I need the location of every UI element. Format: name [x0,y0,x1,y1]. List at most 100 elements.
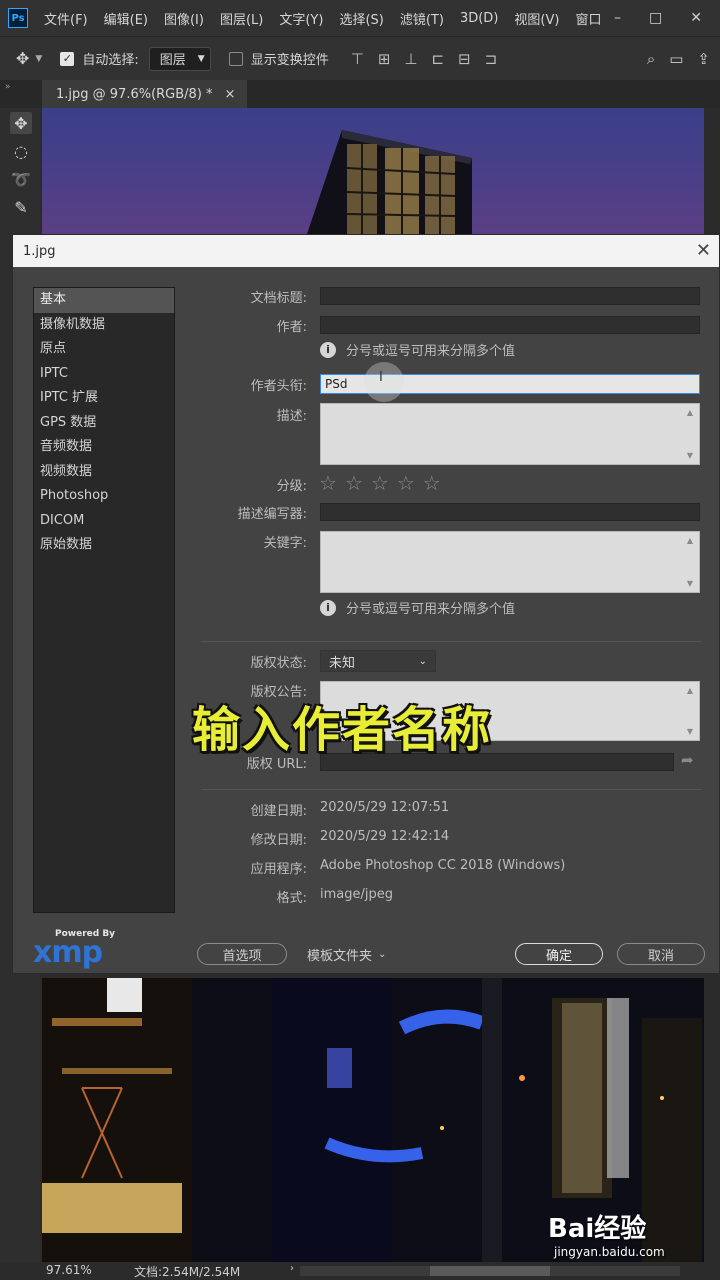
search-icon[interactable]: ⌕ [647,50,655,68]
template-folder-label: 模板文件夹 [307,948,373,964]
application-value: Adobe Photoshop CC 2018 (Windows) [320,858,566,873]
star-icon[interactable]: ☆ [397,471,415,495]
author-title-label: 作者头衔: [250,379,307,394]
text-cursor-icon: I [379,370,383,385]
menu-type[interactable]: 文字(Y) [279,9,323,28]
star-icon[interactable]: ☆ [423,471,441,495]
workspace-icon[interactable]: ▭ [669,50,683,68]
xmp-logo: Powered By xmp [33,929,123,969]
xmp-text: xmp [33,935,103,970]
dialog-title: 1.jpg [23,243,56,259]
menu-window[interactable]: 窗口 [575,9,601,28]
author-input[interactable] [320,316,700,334]
rating-label: 分级: [276,479,307,494]
hint-text: 分号或逗号可用来分隔多个值 [346,344,516,359]
format-value: image/jpeg [320,887,393,902]
menu-bar: Ps 文件(F) 编辑(E) 图像(I) 图层(L) 文字(Y) 选择(S) 滤… [0,0,720,36]
lasso-tool-icon[interactable]: ➰ [10,168,32,190]
doc-title-input[interactable] [320,287,700,305]
baidu-watermark: Bai经验 jingyan.baidu.com [548,1208,718,1264]
move-tool-icon[interactable]: ✥ [10,112,32,134]
zoom-level[interactable]: 97.61% [46,1263,92,1277]
close-icon[interactable]: × [225,87,236,102]
marquee-tool-icon[interactable]: ◌ [10,140,32,162]
chevron-down-icon: ⌄ [378,948,387,960]
keywords-hint: i 分号或逗号可用来分隔多个值 [320,598,515,617]
star-icon[interactable]: ☆ [371,471,389,495]
share-icon[interactable]: ⇪ [697,50,710,68]
author-hint: i 分号或逗号可用来分隔多个值 [320,340,515,359]
watermark-main: Bai经验 [548,1214,647,1244]
right-icons: ⌕ ▭ ⇪ [647,50,710,68]
move-icon[interactable]: ✥ [16,49,29,68]
align-vcenter-icon[interactable]: ⊞ [378,50,391,68]
document-tab[interactable]: 1.jpg @ 97.6%(RGB/8) * × [42,80,248,108]
window-controls: – □ ✕ [614,0,720,36]
chevron-right-icon[interactable]: › [290,1263,294,1274]
horizontal-scrollbar[interactable] [300,1266,680,1276]
preferences-button[interactable]: 首选项 [197,943,287,965]
dialog-titlebar: 1.jpg ✕ [13,235,719,267]
align-left-icon[interactable]: ⊏ [431,50,444,68]
canvas-image-top[interactable] [42,108,704,234]
scroll-down-icon[interactable]: ▼ [687,451,693,460]
layer-select-value: 图层 [159,53,186,68]
chevron-down-icon: ▼ [197,53,205,64]
keywords-textarea[interactable]: ▲ ▼ [320,531,700,593]
scroll-down-icon[interactable]: ▼ [687,727,693,736]
menu-view[interactable]: 视图(V) [514,9,559,28]
open-link-icon[interactable]: ➦ [681,751,694,769]
category-item-origin[interactable]: 原点 [34,337,174,362]
menu-layer[interactable]: 图层(L) [220,9,263,28]
menu-edit[interactable]: 编辑(E) [104,9,148,28]
scroll-up-icon[interactable]: ▲ [687,536,693,545]
ok-button[interactable]: 确定 [515,943,603,965]
copyright-status-value: 未知 [329,655,356,671]
collapse-icon[interactable]: » [5,82,11,92]
menu-image[interactable]: 图像(I) [164,9,204,28]
autoselect-checkbox[interactable]: ✓ [60,51,75,66]
divider [201,789,701,790]
video-caption: 输入作者名称 [192,702,493,758]
menu-3d[interactable]: 3D(D) [460,11,498,26]
menu-file[interactable]: 文件(F) [44,9,88,28]
layer-select[interactable]: 图层 ▼ [148,46,211,71]
application-label: 应用程序: [250,862,307,877]
description-textarea[interactable]: ▲ ▼ [320,403,700,465]
info-icon: i [320,341,336,358]
align-bottom-icon[interactable]: ⊥ [404,50,417,68]
template-folder-button[interactable]: 模板文件夹 ⌄ [299,943,403,965]
chevron-down-icon[interactable]: ▼ [35,54,42,64]
align-icons: ⊤ ⊞ ⊥ ⊏ ⊟ ⊐ [351,50,497,68]
created-label: 创建日期: [250,804,307,819]
close-window-button[interactable]: ✕ [690,10,702,26]
menu-select[interactable]: 选择(S) [339,9,383,28]
scroll-down-icon[interactable]: ▼ [687,579,693,588]
keywords-label: 关键字: [263,536,307,551]
doc-size: 文档:2.54M/2.54M [134,1265,241,1279]
minimize-button[interactable]: – [614,10,621,26]
watermark-url: jingyan.baidu.com [554,1245,665,1259]
align-top-icon[interactable]: ⊤ [351,50,364,68]
quick-select-tool-icon[interactable]: ✎ [10,196,32,218]
rating-stars[interactable]: ☆ ☆ ☆ ☆ ☆ [319,471,441,495]
scroll-up-icon[interactable]: ▲ [687,686,693,695]
cancel-button[interactable]: 取消 [617,943,705,965]
close-icon[interactable]: ✕ [696,240,711,261]
align-hcenter-icon[interactable]: ⊟ [458,50,471,68]
align-right-icon[interactable]: ⊐ [485,50,498,68]
scrollbar-thumb[interactable] [430,1266,550,1276]
scroll-up-icon[interactable]: ▲ [687,408,693,417]
star-icon[interactable]: ☆ [345,471,363,495]
desc-writer-input[interactable] [320,503,700,521]
menu-filter[interactable]: 滤镜(T) [400,9,444,28]
category-item-audio[interactable]: 音频数据 [34,435,174,460]
transform-checkbox[interactable] [228,51,243,66]
building-image [307,130,472,234]
maximize-button[interactable]: □ [649,10,662,26]
desc-writer-label: 描述编写器: [237,507,307,522]
copyright-status-select[interactable]: 未知 ⌄ [320,650,436,672]
star-icon[interactable]: ☆ [319,471,337,495]
hint-text: 分号或逗号可用来分隔多个值 [346,602,516,617]
transform-label: 显示变换控件 [250,53,329,68]
